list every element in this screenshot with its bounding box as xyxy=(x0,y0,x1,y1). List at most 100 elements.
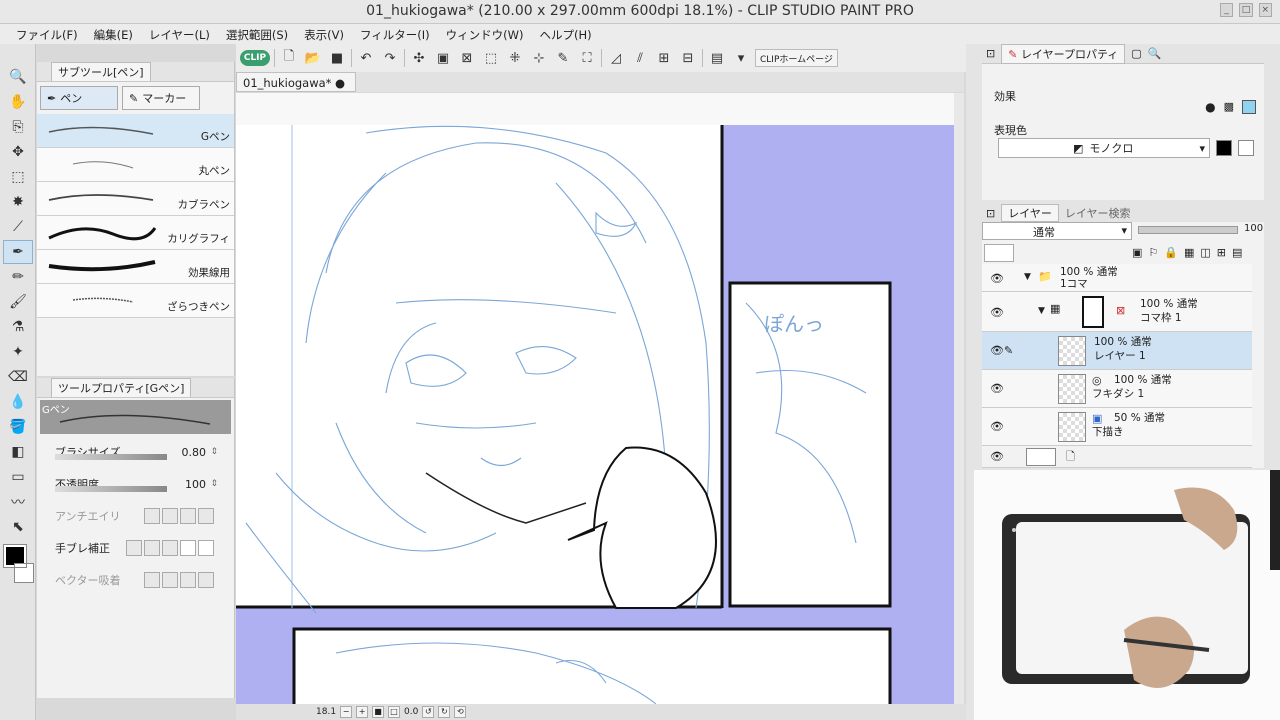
vertical-scrollbar[interactable] xyxy=(954,93,964,704)
line-icon[interactable]: 〰 xyxy=(3,490,33,514)
layer-property-tab[interactable]: ✎ レイヤープロパティ xyxy=(1001,43,1126,64)
clip-icon[interactable]: ▣ xyxy=(1132,246,1142,259)
figure-icon[interactable]: ▭ xyxy=(3,465,33,489)
layer-tab[interactable]: レイヤー xyxy=(1001,204,1059,222)
save-icon[interactable]: ■ xyxy=(327,48,347,68)
decoration-icon[interactable]: ✦ xyxy=(3,340,33,364)
eye-icon[interactable]: 👁 xyxy=(990,382,1004,395)
menu-select[interactable]: 選択範囲(S) xyxy=(218,24,296,44)
undo-icon[interactable]: ↶ xyxy=(356,48,376,68)
navigator-icon[interactable]: 🔍 xyxy=(1148,47,1162,60)
brush-effect-line[interactable]: 効果線用 xyxy=(37,250,234,284)
brush-icon[interactable]: 🖌 xyxy=(3,290,33,314)
chevron-down-icon[interactable]: ▼ xyxy=(1024,272,1031,282)
express-color-select[interactable]: ◩ モノクロ ▾ xyxy=(998,138,1210,158)
layer-search-tab[interactable]: レイヤー検索 xyxy=(1065,205,1131,221)
eye-icon[interactable]: 👁 xyxy=(990,344,1004,357)
guide-icon[interactable]: ⊟ xyxy=(678,48,698,68)
brush-size-slider[interactable] xyxy=(55,454,167,460)
brush-marupen[interactable]: 丸ペン xyxy=(37,148,234,182)
chevron-down-icon[interactable]: ▼ xyxy=(1038,306,1045,316)
angle-value[interactable]: 0.0 xyxy=(404,707,418,717)
layer-row-paper[interactable]: 👁 🗋 xyxy=(982,446,1252,468)
menu-edit[interactable]: 編集(E) xyxy=(86,24,141,44)
snap-icon[interactable]: ⫽ xyxy=(630,48,650,68)
sub-color-swatch[interactable] xyxy=(14,563,34,583)
minimize-button[interactable]: _ xyxy=(1220,3,1234,17)
subtool-tab[interactable]: サブツール[ペン] xyxy=(51,62,151,81)
layer-row-layer1[interactable]: 👁 ✎ 100 % 通常 レイヤー 1 xyxy=(982,332,1252,370)
pencil-icon[interactable]: ✏ xyxy=(3,265,33,289)
fit-icon[interactable]: ■ xyxy=(372,706,385,718)
pen-icon[interactable]: ✒ xyxy=(3,240,33,264)
menu-file[interactable]: ファイル(F) xyxy=(8,24,86,44)
blend-icon[interactable]: 💧 xyxy=(3,390,33,414)
antialias-options[interactable] xyxy=(144,508,214,524)
brush-size-value[interactable]: 0.80 xyxy=(182,446,207,459)
eye-icon[interactable]: 👁 xyxy=(990,420,1004,433)
crop-icon[interactable]: ⊠ xyxy=(457,48,477,68)
menu-window[interactable]: ウィンドウ(W) xyxy=(438,24,532,44)
zoom-out-icon[interactable]: − xyxy=(340,706,353,718)
eye-icon[interactable]: 👁 xyxy=(990,272,1004,285)
lock-icon[interactable]: 🔒 xyxy=(1164,246,1178,259)
airbrush-icon[interactable]: ⚗ xyxy=(3,315,33,339)
fill-bucket-icon[interactable]: 🪣 xyxy=(3,415,33,439)
rotate-left-icon[interactable]: ↺ xyxy=(422,706,435,718)
spin-icon[interactable]: ⇕ xyxy=(210,479,218,489)
blend-mode-select[interactable]: 通常 ▾ xyxy=(982,222,1132,240)
stabilize-row[interactable]: 手ブレ補正 xyxy=(37,532,234,564)
spin-icon[interactable]: ⇕ xyxy=(210,447,218,457)
document-tab[interactable]: 01_hukiogawa* ● xyxy=(236,72,356,92)
canvas[interactable]: ぽんっ xyxy=(236,93,954,704)
zoom-icon[interactable]: 🔍 xyxy=(3,65,33,89)
ruler-icon[interactable]: ⊞ xyxy=(1217,246,1226,259)
deselect-icon[interactable]: ⬚ xyxy=(481,48,501,68)
brush-kaburapen[interactable]: カブラペン xyxy=(37,182,234,216)
eye-icon[interactable]: 👁 xyxy=(990,450,1004,463)
white-color-swatch[interactable] xyxy=(1238,140,1254,156)
eraser-icon[interactable]: ⌫ xyxy=(3,365,33,389)
brush-zaratsuki[interactable]: ざらつきペン xyxy=(37,284,234,318)
hand-icon[interactable]: ✋ xyxy=(3,90,33,114)
redo-icon[interactable]: ↷ xyxy=(380,48,400,68)
magic-wand-icon[interactable]: ✸ xyxy=(3,190,33,214)
layer-row-balloon[interactable]: 👁 ◎ 100 % 通常 フキダシ 1 xyxy=(982,370,1252,408)
layer-opacity-slider[interactable] xyxy=(1138,226,1238,234)
fill-icon[interactable]: ▣ xyxy=(433,48,453,68)
panel-collapse-icon[interactable]: ⊡ xyxy=(986,47,995,60)
rotate-right-icon[interactable]: ↻ xyxy=(438,706,451,718)
menu-help[interactable]: ヘルプ(H) xyxy=(532,24,600,44)
operation-icon[interactable]: ⬉ xyxy=(3,515,33,539)
eye-icon[interactable]: 👁 xyxy=(990,306,1004,319)
eyedropper-icon[interactable]: ⎘ xyxy=(3,115,33,139)
clip-studio-button[interactable]: CLIP xyxy=(240,50,270,66)
clear-icon[interactable]: ✣ xyxy=(409,48,429,68)
lock-alpha-icon[interactable]: ▦ xyxy=(1184,246,1194,259)
pen-settings-icon[interactable]: ✎ xyxy=(553,48,573,68)
selection-icon[interactable]: ⬚ xyxy=(3,165,33,189)
new-file-icon[interactable]: 🗋 xyxy=(279,48,299,68)
reset-rotate-icon[interactable]: ⟲ xyxy=(454,706,467,718)
antialias-row[interactable]: アンチエイリ xyxy=(37,500,234,532)
menu-view[interactable]: 表示(V) xyxy=(296,24,352,44)
spoit-icon[interactable]: ⟋ xyxy=(3,215,33,239)
tool-property-tab[interactable]: ツールプロパティ[Gペン] xyxy=(51,378,192,397)
select-all-icon[interactable]: ⁜ xyxy=(505,48,525,68)
reference-icon[interactable]: ⚐ xyxy=(1148,246,1158,259)
menu-filter[interactable]: フィルター(I) xyxy=(352,24,438,44)
brush-size-row[interactable]: ブラシサイズ 0.80 ⇕ xyxy=(37,436,234,468)
effect-dot-icon[interactable]: ● xyxy=(1205,100,1215,114)
panel-collapse-icon[interactable]: ⊡ xyxy=(986,207,995,220)
close-button[interactable]: × xyxy=(1258,3,1272,17)
brush-gpen[interactable]: Gペン xyxy=(37,114,234,148)
layer-opacity-value[interactable]: 100 xyxy=(1244,223,1263,234)
group-marker[interactable]: ✎ マーカー xyxy=(122,86,200,110)
grid-icon[interactable]: ⊞ xyxy=(654,48,674,68)
invert-selection-icon[interactable]: ⊹ xyxy=(529,48,549,68)
stabilize-options[interactable] xyxy=(126,540,214,556)
clip-homepage-button[interactable]: CLIPホームページ xyxy=(755,49,838,67)
open-file-icon[interactable]: 📂 xyxy=(303,48,323,68)
zoom-in-icon[interactable]: + xyxy=(356,706,369,718)
move-icon[interactable]: ✥ xyxy=(3,140,33,164)
